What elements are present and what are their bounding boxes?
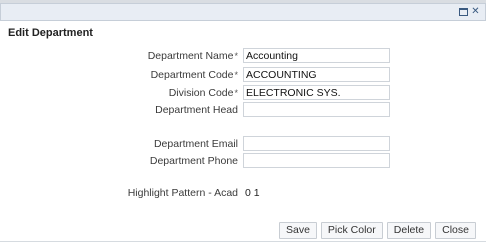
department-email-input[interactable] <box>243 136 390 151</box>
required-marker: * <box>234 70 238 80</box>
division-code-input[interactable] <box>243 85 390 100</box>
close-button[interactable]: Close <box>435 222 476 239</box>
window-controls: ✕ <box>458 6 481 17</box>
department-email-label: Department Email <box>153 138 238 150</box>
department-phone-row: Department Phone <box>0 153 486 169</box>
maximize-icon <box>459 7 468 16</box>
close-window-button[interactable]: ✕ <box>470 6 481 17</box>
required-marker: * <box>234 88 238 98</box>
division-code-label: Division Code* <box>168 87 238 99</box>
department-phone-input[interactable] <box>243 153 390 168</box>
highlight-pattern-row: Highlight Pattern - Acad 0 1 <box>0 185 486 201</box>
department-name-label: Department Name* <box>147 50 238 62</box>
delete-button[interactable]: Delete <box>386 222 432 239</box>
button-bar: Save Pick Color Delete Close <box>278 222 476 239</box>
highlight-pattern-label: Highlight Pattern - Acad <box>127 187 238 199</box>
pick-color-button[interactable]: Pick Color <box>320 222 383 239</box>
close-icon: ✕ <box>471 5 480 17</box>
save-button[interactable]: Save <box>278 222 317 239</box>
department-head-label: Department Head <box>155 104 238 116</box>
department-head-input[interactable] <box>243 102 390 117</box>
form-title: Edit Department <box>8 27 93 39</box>
dialog-titlebar[interactable]: ✕ <box>0 3 486 21</box>
department-name-row: Department Name* <box>0 48 486 64</box>
footer-divider <box>0 241 486 242</box>
department-name-input[interactable] <box>243 48 390 63</box>
required-marker: * <box>234 51 238 61</box>
department-code-input[interactable] <box>243 67 390 82</box>
department-email-row: Department Email <box>0 136 486 152</box>
department-code-row: Department Code* <box>0 67 486 83</box>
department-phone-label: Department Phone <box>149 155 238 167</box>
department-head-row: Department Head <box>0 102 486 118</box>
highlight-pattern-value: 0 1 <box>245 187 260 199</box>
division-code-row: Division Code* <box>0 85 486 101</box>
maximize-button[interactable] <box>458 6 469 17</box>
department-code-label: Department Code* <box>150 69 238 81</box>
